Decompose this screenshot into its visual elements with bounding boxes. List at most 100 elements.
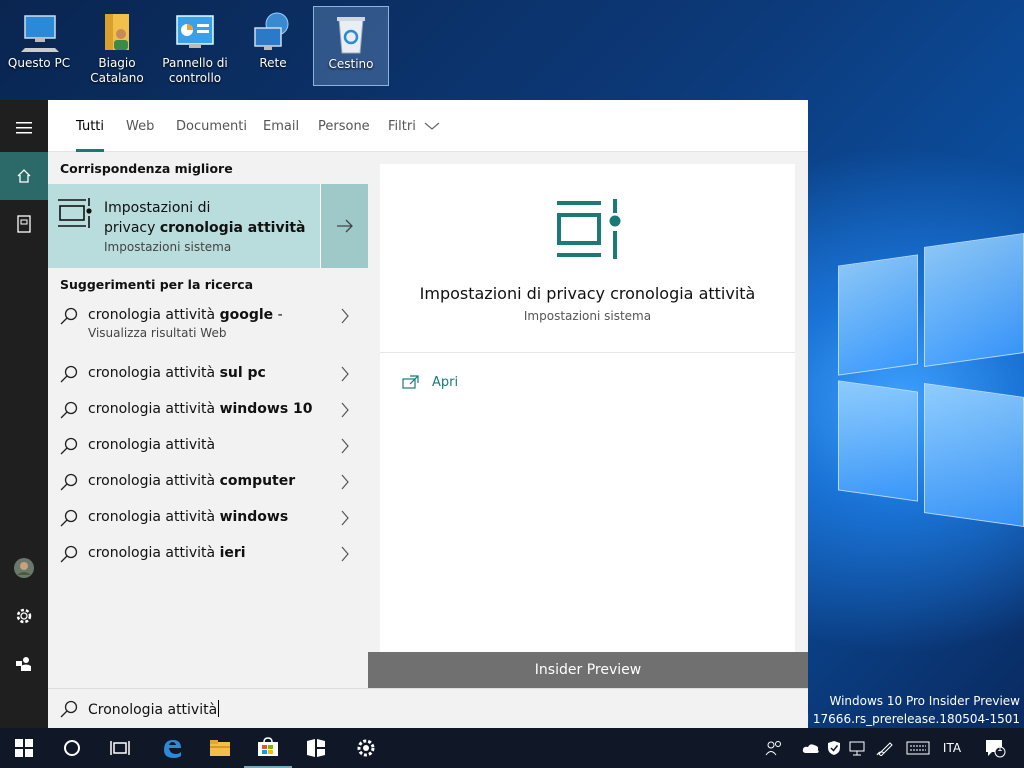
- suggestion-text: cronologia attività windows 10: [88, 401, 313, 420]
- hamburger-menu-button[interactable]: [0, 104, 48, 152]
- tab-documents[interactable]: Documenti: [176, 100, 247, 152]
- onedrive-tray[interactable]: [800, 728, 822, 768]
- suggestion-plain: cronologia attività: [88, 365, 220, 381]
- suggestion-plain: cronologia attività: [88, 307, 220, 323]
- search-suggestion[interactable]: cronologia attività google - Visualizza r…: [48, 298, 368, 352]
- gear-icon: [357, 739, 375, 757]
- task-view-button[interactable]: [96, 728, 144, 768]
- security-tray[interactable]: [824, 728, 844, 768]
- store-button[interactable]: [244, 728, 292, 768]
- preview-divider: [380, 352, 795, 353]
- best-match-line2-plain: privacy: [104, 220, 160, 236]
- desktop-icon-label: Cestino: [328, 57, 374, 71]
- notebook-icon: [17, 215, 31, 233]
- notebook-button[interactable]: [0, 200, 48, 248]
- tab-filters[interactable]: Filtri: [388, 100, 440, 152]
- open-action[interactable]: Apri: [402, 372, 458, 392]
- desktop-icon-user-folder[interactable]: Biagio Catalano: [79, 6, 155, 86]
- search-icon: [60, 545, 78, 563]
- gear-icon: [16, 608, 32, 624]
- suggestion-text: cronologia attività: [88, 437, 215, 456]
- search-input[interactable]: Cronologia attività: [88, 700, 220, 718]
- suggestion-suffix: -: [273, 307, 283, 323]
- best-match-line1: Impostazioni di: [104, 200, 211, 216]
- suggestions-header: Suggerimenti per la ricerca: [60, 277, 254, 292]
- chevron-right-icon: [341, 308, 349, 324]
- best-match-line2: privacy cronologia attività: [104, 218, 306, 238]
- control-panel-icon: [173, 10, 217, 54]
- suggestion-plain: cronologia attività: [88, 545, 220, 561]
- chevron-down-icon: [424, 122, 440, 130]
- suggestion-bold: windows: [219, 509, 289, 525]
- suggestion-bold: windows 10: [219, 401, 313, 417]
- best-match-result[interactable]: Impostazioni di privacy cronologia attiv…: [48, 184, 368, 268]
- best-match-expand-button[interactable]: [320, 184, 368, 268]
- file-explorer-button[interactable]: [196, 728, 244, 768]
- keyboard-icon: [906, 741, 930, 755]
- tab-web[interactable]: Web: [126, 100, 154, 152]
- tab-people[interactable]: Persone: [318, 100, 370, 152]
- notification-count: 1: [997, 744, 1003, 754]
- pen-icon: [876, 742, 893, 756]
- desktop-icon-recycle-bin[interactable]: Cestino: [313, 6, 389, 86]
- desktop-icon-control-panel[interactable]: Pannello di controllo: [157, 6, 233, 86]
- people-button[interactable]: [762, 728, 786, 768]
- watermark-line-1: Windows 10 Pro Insider Preview: [829, 694, 1020, 708]
- settings-taskbar-button[interactable]: [342, 728, 390, 768]
- tab-email[interactable]: Email: [263, 100, 299, 152]
- search-suggestion[interactable]: cronologia attività computer: [48, 464, 368, 500]
- cortana-icon: [64, 740, 80, 756]
- feedback-icon: [16, 657, 31, 671]
- suggestion-text: cronologia attività sul pc: [88, 365, 266, 384]
- recycle-bin-icon: [329, 11, 373, 55]
- hamburger-icon: [16, 122, 32, 134]
- search-suggestion[interactable]: cronologia attività: [48, 428, 368, 464]
- search-icon: [60, 509, 78, 527]
- app-tiles-icon: [307, 739, 325, 757]
- suggestion-subtitle: Visualizza risultati Web: [88, 326, 227, 340]
- app-button[interactable]: [292, 728, 340, 768]
- people-icon: [765, 741, 781, 756]
- edge-button[interactable]: [148, 728, 196, 768]
- activity-history-icon: [58, 198, 92, 228]
- home-button[interactable]: [0, 152, 48, 200]
- language-indicator[interactable]: ITA: [936, 728, 968, 768]
- computer-icon: [17, 10, 61, 54]
- search-suggestion[interactable]: cronologia attività ieri: [48, 536, 368, 572]
- avatar-icon: [14, 558, 34, 578]
- chevron-right-icon: [341, 402, 349, 418]
- start-rail: [0, 100, 48, 728]
- suggestion-plain: cronologia attività: [88, 473, 220, 489]
- tab-filters-label: Filtri: [388, 119, 416, 134]
- windows-start-icon: [15, 739, 33, 757]
- edge-icon: [164, 740, 181, 758]
- desktop-icon-this-pc[interactable]: Questo PC: [1, 6, 77, 86]
- action-center-button[interactable]: 1: [980, 728, 1010, 768]
- tab-all[interactable]: Tutti: [76, 100, 105, 152]
- preview-subtitle: Impostazioni sistema: [523, 309, 652, 323]
- feedback-button[interactable]: [0, 640, 48, 688]
- store-bag-icon: [258, 737, 278, 756]
- search-icon: [60, 365, 78, 383]
- pen-tray[interactable]: [874, 728, 896, 768]
- settings-button[interactable]: [0, 592, 48, 640]
- suggestion-bold: sul pc: [219, 365, 266, 381]
- search-suggestion[interactable]: cronologia attività windows: [48, 500, 368, 536]
- folder-icon: [210, 740, 230, 756]
- cortana-button[interactable]: [48, 728, 96, 768]
- desktop-icon-network[interactable]: Rete: [235, 6, 311, 86]
- best-match-header: Corrispondenza migliore: [60, 161, 233, 176]
- cloud-icon: [802, 744, 819, 753]
- text-caret: [218, 700, 220, 717]
- search-box[interactable]: Cronologia attività: [48, 688, 808, 728]
- start-button[interactable]: [0, 728, 48, 768]
- touch-keyboard-tray[interactable]: [904, 728, 932, 768]
- search-suggestion[interactable]: cronologia attività sul pc: [48, 356, 368, 392]
- search-suggestion[interactable]: cronologia attività windows 10: [48, 392, 368, 428]
- task-view-icon: [110, 741, 130, 755]
- user-avatar-button[interactable]: [0, 544, 48, 592]
- suggestion-text: cronologia attività google - Visualizza r…: [88, 307, 283, 340]
- desktop-icon-label: Questo PC: [7, 56, 71, 70]
- chevron-right-icon: [341, 510, 349, 526]
- network-tray[interactable]: [846, 728, 868, 768]
